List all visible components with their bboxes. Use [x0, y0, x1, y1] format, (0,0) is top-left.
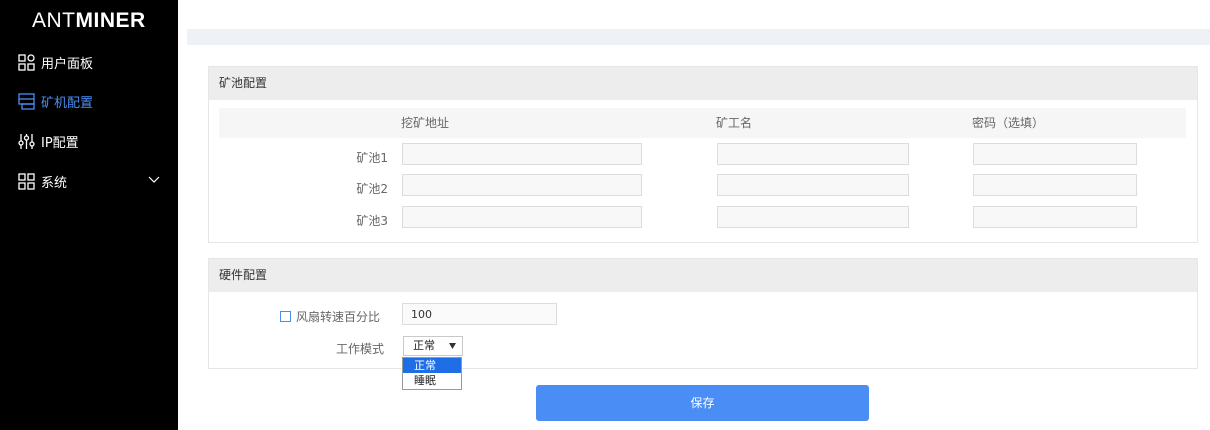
pool-row-label: 矿池1	[356, 151, 388, 165]
dashboard-icon	[18, 53, 35, 71]
pool2-password-input[interactable]	[973, 174, 1137, 196]
system-icon	[18, 172, 35, 190]
top-bar	[187, 29, 1210, 45]
sidebar-item-label: 矿机配置	[41, 95, 94, 111]
pool-table-header: 挖矿地址 矿工名 密码（选填）	[219, 108, 1186, 138]
hardware-config-panel: 硬件配置 风扇转速百分比 工作模式 正常 正常 睡眠	[208, 258, 1198, 390]
pool2-worker-input[interactable]	[717, 174, 909, 196]
sliders-icon	[18, 133, 35, 149]
work-mode-option-normal[interactable]: 正常	[403, 358, 461, 373]
work-mode-label: 工作模式	[336, 342, 385, 356]
brand-logo-suffix: MINER	[75, 9, 146, 32]
pool2-address-input[interactable]	[402, 174, 642, 196]
sidebar-item-miner-config[interactable]: 矿机配置	[18, 89, 168, 113]
chevron-down-icon[interactable]	[148, 173, 160, 185]
fan-speed-label: 风扇转速百分比	[296, 310, 381, 324]
brand-logo: ANTMINER	[32, 10, 146, 32]
work-mode-dropdown: 正常 睡眠	[402, 357, 462, 390]
sidebar-item-label: 用户面板	[41, 56, 94, 72]
save-button[interactable]: 保存	[536, 385, 869, 421]
pool-row-label: 矿池3	[356, 214, 388, 228]
pool3-password-input[interactable]	[973, 206, 1137, 228]
pool-config-title: 矿池配置	[209, 67, 1197, 100]
column-header-password: 密码（选填）	[972, 116, 1045, 130]
work-mode-select[interactable]: 正常	[403, 336, 463, 356]
pool-row-label: 矿池2	[356, 182, 388, 196]
sidebar-item-dashboard[interactable]: 用户面板	[18, 50, 168, 74]
pool3-address-input[interactable]	[402, 206, 642, 228]
pool3-worker-input[interactable]	[717, 206, 909, 228]
sidebar: ANTMINER 用户面板 矿机配置 IP配置 系统	[0, 0, 178, 430]
caret-down-icon	[449, 343, 456, 349]
brand-logo-prefix: ANT	[32, 9, 76, 32]
sidebar-item-label: 系统	[41, 175, 68, 191]
hardware-config-title: 硬件配置	[209, 259, 1197, 292]
pool1-password-input[interactable]	[973, 143, 1137, 165]
sidebar-item-ip-config[interactable]: IP配置	[18, 129, 168, 153]
pool-config-panel: 矿池配置 挖矿地址 矿工名 密码（选填） 矿池1 矿池2 矿池3	[208, 66, 1198, 243]
column-header-worker: 矿工名	[716, 116, 753, 130]
column-header-address: 挖矿地址	[401, 116, 450, 130]
fan-speed-checkbox[interactable]	[280, 311, 291, 322]
miner-config-icon	[18, 92, 35, 110]
sidebar-item-label: IP配置	[41, 135, 79, 151]
pool1-address-input[interactable]	[402, 143, 642, 165]
fan-speed-input[interactable]	[402, 303, 557, 325]
work-mode-option-sleep[interactable]: 睡眠	[403, 373, 461, 388]
sidebar-item-system[interactable]: 系统	[18, 169, 168, 193]
pool1-worker-input[interactable]	[717, 143, 909, 165]
work-mode-selected: 正常	[413, 339, 435, 352]
